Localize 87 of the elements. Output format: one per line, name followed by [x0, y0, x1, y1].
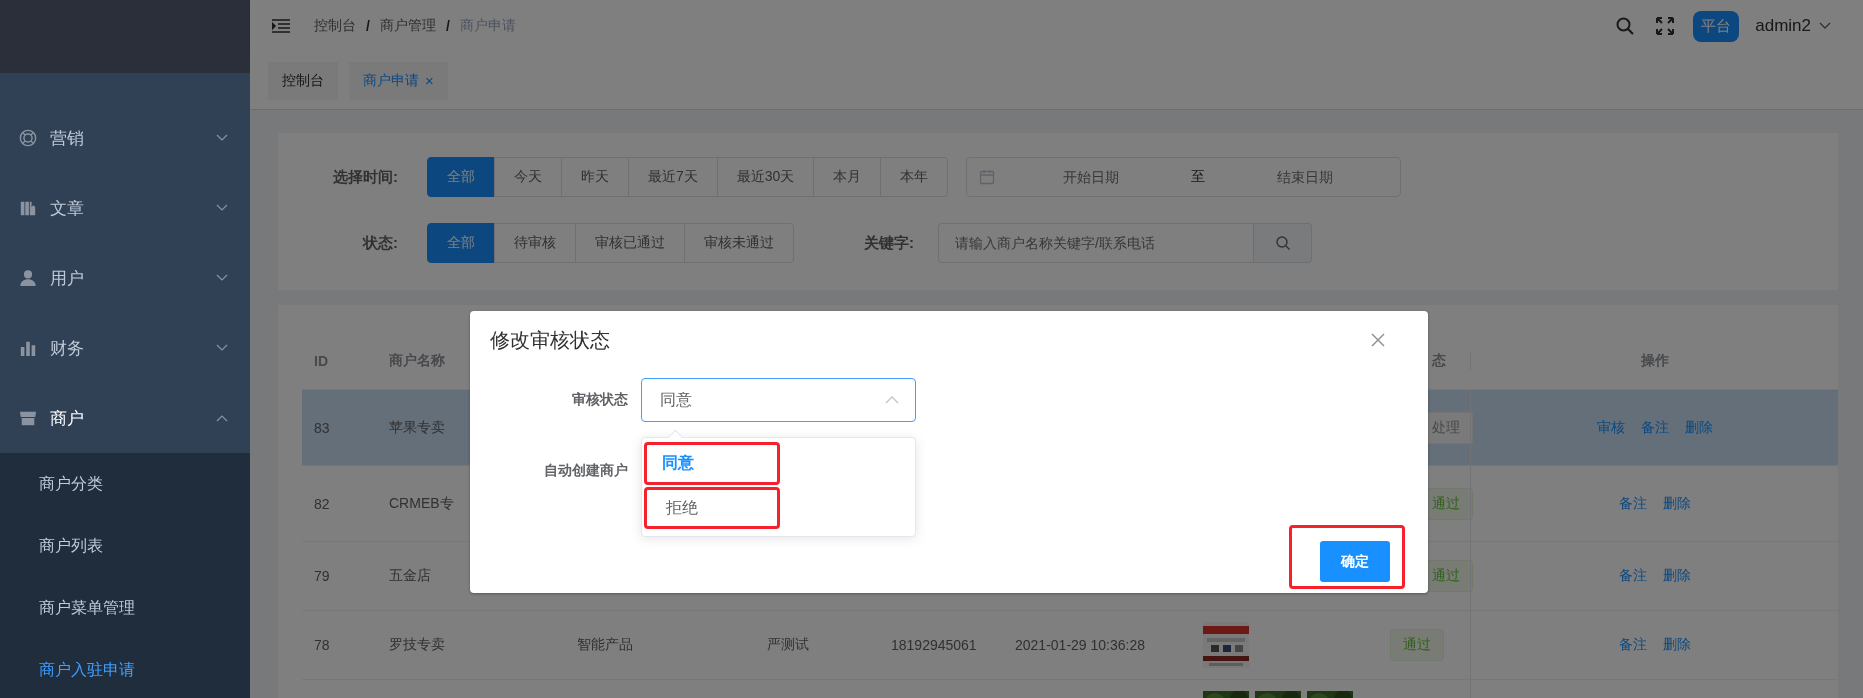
range-separator: 至: [1189, 168, 1206, 186]
table-cell: 82: [314, 495, 330, 512]
radio-button[interactable]: 本月: [813, 157, 882, 197]
breadcrumb-separator: /: [445, 18, 450, 34]
radio-button[interactable]: 全部: [427, 157, 495, 197]
action-link[interactable]: 删除: [1662, 567, 1691, 585]
table-cell: 苹果专卖: [389, 418, 445, 437]
status-select[interactable]: 同意: [641, 378, 916, 422]
form-label: 审核状态: [571, 391, 628, 409]
chevron-down-icon: [216, 204, 228, 212]
page-tab[interactable]: 控制台: [268, 61, 338, 100]
status-tag: 通过: [1390, 629, 1444, 661]
action-link[interactable]: 备注: [1618, 567, 1647, 585]
chevron-down-icon: [216, 134, 228, 142]
filter-label: 关键字:: [863, 233, 914, 253]
breadcrumb-item[interactable]: 控制台: [314, 17, 356, 35]
dropdown-option[interactable]: 拒绝: [642, 486, 915, 530]
table-cell: 2021-01-29 10:36:28: [1015, 637, 1145, 653]
fullscreen-icon[interactable]: [1655, 16, 1676, 36]
dropdown-option[interactable]: 同意: [642, 441, 915, 486]
calendar-icon: [979, 169, 996, 185]
role-badge: 平台: [1693, 10, 1740, 42]
close-icon[interactable]: [1370, 332, 1386, 348]
dialog-title: 修改审核状态: [490, 327, 610, 353]
table-cell: 智能产品: [577, 636, 633, 654]
menu-item[interactable]: 财务: [0, 313, 250, 383]
date-range-field[interactable]: 开始日期 至 结束日期: [966, 157, 1402, 197]
status-tag: 通过: [1428, 560, 1473, 592]
action-link[interactable]: 备注: [1618, 494, 1647, 513]
action-link[interactable]: 备注: [1618, 636, 1647, 654]
table-cell: CRMEB专: [389, 494, 454, 513]
submenu-item[interactable]: 商户菜单管理: [0, 577, 250, 639]
submenu-item[interactable]: 商户入驻申请: [0, 639, 250, 698]
menu-item[interactable]: 用户: [0, 243, 250, 313]
breadcrumb-separator: /: [366, 18, 370, 34]
radio-button[interactable]: 今天: [494, 157, 562, 197]
radio-button[interactable]: 全部: [427, 223, 495, 263]
shop-icon: [19, 409, 37, 427]
search-icon[interactable]: [1615, 16, 1636, 36]
filter-label: 状态:: [361, 233, 398, 253]
breadcrumb-item[interactable]: 商户管理: [379, 17, 436, 35]
action-link[interactable]: 审核: [1596, 418, 1625, 437]
chevron-down-icon: [216, 274, 228, 282]
close-tab-button[interactable]: ×: [425, 72, 434, 89]
keyword-field[interactable]: 请输入商户名称关键字/联系电话: [938, 223, 1254, 263]
form-label: 自动创建商户: [543, 462, 628, 480]
table-cell: 83: [314, 419, 330, 436]
action-link[interactable]: 备注: [1640, 418, 1669, 437]
bar-chart-icon: [19, 339, 37, 357]
chevron-up-icon: [216, 414, 228, 422]
radio-button[interactable]: 最近30天: [716, 157, 815, 197]
action-link[interactable]: 删除: [1684, 418, 1713, 437]
caret-icon: [1819, 22, 1831, 30]
submenu-item[interactable]: 商户分类: [0, 453, 250, 515]
filter-label: 选择时间:: [332, 167, 398, 187]
books-icon: [19, 199, 37, 217]
menu-item[interactable]: 营销: [0, 103, 250, 173]
menu-icon[interactable]: [272, 19, 290, 33]
start-date-input[interactable]: 开始日期: [995, 168, 1187, 186]
table-cell: 79: [314, 568, 330, 584]
action-link[interactable]: 删除: [1662, 494, 1691, 513]
submenu-item[interactable]: 商户列表: [0, 515, 250, 577]
action-link[interactable]: 删除: [1662, 636, 1691, 654]
table-row[interactable]: 78 罗技专卖 智能产品 严测试 18192945061 2021-01-29 10:36:28 通过 备注 删除: [302, 611, 1838, 680]
radio-button[interactable]: 待审核: [494, 223, 576, 263]
table-cell: 18192945061: [891, 637, 977, 653]
status-tag: 通过: [1428, 487, 1473, 520]
radio-button[interactable]: 审核未通过: [684, 223, 794, 263]
confirm-button[interactable]: 确定: [1320, 541, 1390, 582]
search-icon: [1274, 235, 1291, 251]
radio-button[interactable]: 最近7天: [628, 157, 718, 197]
caret-icon: [885, 396, 899, 404]
chevron-down-icon: [216, 344, 228, 352]
user-icon: [19, 269, 37, 287]
end-date-input[interactable]: 结束日期: [1208, 168, 1401, 186]
lifebuoy-icon: [19, 129, 37, 147]
table-cell: 严测试: [767, 636, 809, 654]
radio-button[interactable]: 昨天: [561, 157, 629, 197]
table-cell: 五金店: [389, 567, 431, 585]
user-menu[interactable]: admin2: [1755, 16, 1831, 36]
menu-item[interactable]: 文章: [0, 173, 250, 243]
radio-button[interactable]: 本年: [880, 157, 949, 197]
table-cell: 罗技专卖: [389, 636, 445, 654]
menu-item[interactable]: 商户: [0, 383, 250, 453]
table-cell: 78: [314, 637, 330, 653]
radio-button[interactable]: 审核已通过: [575, 223, 685, 263]
page-tab[interactable]: 商户申请 ×: [349, 61, 448, 100]
